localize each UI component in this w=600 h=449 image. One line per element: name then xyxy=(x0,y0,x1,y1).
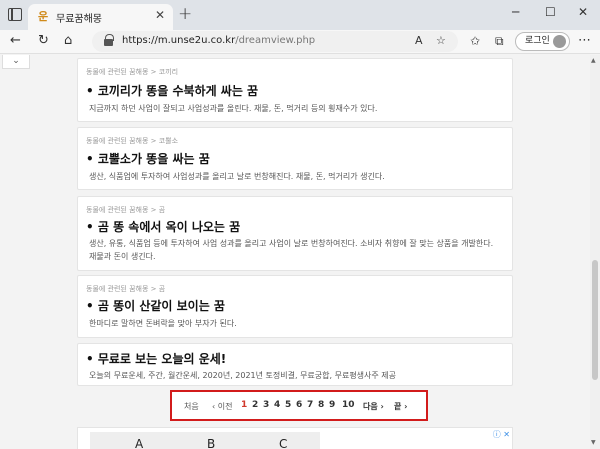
card-description: 생산, 유통, 식품업 등에 투자하여 사업 성과를 올리고 사업이 날로 번창… xyxy=(89,239,494,261)
card-description: 지금까지 하던 사업이 잘되고 사업성과를 올린다. 재물, 돈, 먹거리 등의… xyxy=(89,104,378,113)
ad-letter: B xyxy=(207,437,216,449)
chevron-down-icon[interactable]: ⌄ xyxy=(2,55,30,69)
login-button[interactable]: 로그인 xyxy=(515,32,570,51)
page-link-10[interactable]: 10 xyxy=(342,400,355,410)
page-link-9[interactable]: 9 xyxy=(329,400,335,410)
next-page-link[interactable]: 다음 › xyxy=(363,401,384,412)
ad-choices-icon[interactable]: ⓘ ✕ xyxy=(493,429,510,440)
ad-letter: A xyxy=(135,437,144,449)
card-title[interactable]: • 코끼리가 똥을 수북하게 싸는 꿈 xyxy=(86,82,258,99)
card-title[interactable]: • 코뿔소가 똥을 싸는 꿈 xyxy=(86,150,210,167)
profile-icon xyxy=(553,35,566,48)
dream-card[interactable]: 동물에 관련된 꿈해몽 > 코뿔소 • 코뿔소가 똥을 싸는 꿈 생산, 식품업… xyxy=(77,127,513,190)
card-breadcrumb: 동물에 관련된 꿈해몽 > 곰 xyxy=(86,206,166,214)
collections-icon[interactable]: ⧉ xyxy=(495,34,504,49)
last-page-link[interactable]: 끝 › xyxy=(394,401,407,412)
dream-card[interactable]: 동물에 관련된 꿈해몽 > 곰 • 곰 똥 속에서 옥이 나오는 꿈 생산, 유… xyxy=(77,196,513,271)
close-icon[interactable]: ✕ xyxy=(155,8,165,22)
close-window-icon[interactable]: ✕ xyxy=(578,5,588,19)
more-icon[interactable]: ⋯ xyxy=(578,33,591,48)
ad-banner[interactable]: A B C ⓘ ✕ xyxy=(77,427,513,449)
page-link-8[interactable]: 8 xyxy=(318,400,324,410)
plus-icon[interactable]: + xyxy=(178,4,192,24)
refresh-icon[interactable]: ↻ xyxy=(38,33,49,48)
scroll-down-icon[interactable]: ▼ xyxy=(591,439,596,446)
promo-title[interactable]: • 무료로 보는 오늘의 운세! xyxy=(86,350,226,367)
page-link-1[interactable]: 1 xyxy=(241,400,247,410)
card-title[interactable]: • 곰 똥이 산같이 보이는 꿈 xyxy=(86,297,225,314)
maximize-icon[interactable]: ☐ xyxy=(545,5,556,19)
card-breadcrumb: 동물에 관련된 꿈해몽 > 코뿔소 xyxy=(86,137,179,145)
address-bar[interactable]: https://m.unse2u.co.kr/dreamview.php A ☆ xyxy=(92,31,458,52)
card-description: 한마디로 말하면 돈벼락을 맞아 부자가 된다. xyxy=(89,319,237,328)
page-content: ⌄ 동물에 관련된 꿈해몽 > 코끼리 • 코끼리가 똥을 수북하게 싸는 꿈 … xyxy=(0,55,590,449)
page-scrollbar[interactable]: ▲ ▼ xyxy=(590,55,600,449)
pagination: 처음 ‹ 이전 1 2 3 4 5 6 7 8 9 10 다음 › 끝 › xyxy=(170,390,428,421)
browser-tab[interactable]: 운 무료꿈해몽 ✕ xyxy=(28,4,173,30)
dream-card[interactable]: 동물에 관련된 꿈해몽 > 곰 • 곰 똥이 산같이 보이는 꿈 한마디로 말하… xyxy=(77,275,513,338)
page-link-5[interactable]: 5 xyxy=(285,400,291,410)
page-link-7[interactable]: 7 xyxy=(307,400,313,410)
read-aloud-icon[interactable]: A xyxy=(415,34,423,47)
back-icon[interactable]: ← xyxy=(10,33,21,48)
tab-title: 무료꿈해몽 xyxy=(56,14,102,25)
browser-toolbar: ← ↻ ⌂ https://m.unse2u.co.kr/dreamview.p… xyxy=(0,30,600,54)
first-page-link[interactable]: 처음 xyxy=(184,401,199,412)
card-breadcrumb: 동물에 관련된 꿈해몽 > 코끼리 xyxy=(86,68,179,76)
ad-content[interactable]: A B C xyxy=(90,432,320,449)
favorite-icon[interactable]: ☆ xyxy=(436,34,446,47)
dream-card[interactable]: 동물에 관련된 꿈해몽 > 코끼리 • 코끼리가 똥을 수북하게 싸는 꿈 지금… xyxy=(77,58,513,122)
card-title[interactable]: • 곰 똥 속에서 옥이 나오는 꿈 xyxy=(86,218,240,235)
scroll-thumb[interactable] xyxy=(592,260,598,380)
favorites-icon[interactable]: ✩ xyxy=(470,34,480,48)
url-text: https://m.unse2u.co.kr/dreamview.php xyxy=(122,35,316,46)
page-link-3[interactable]: 3 xyxy=(263,400,269,410)
card-breadcrumb: 동물에 관련된 꿈해몽 > 곰 xyxy=(86,285,166,293)
login-label: 로그인 xyxy=(525,36,550,46)
title-bar: 운 무료꿈해몽 ✕ + ─ ☐ ✕ xyxy=(0,0,600,30)
favicon-icon: 운 xyxy=(37,10,49,23)
scroll-up-icon[interactable]: ▲ xyxy=(591,57,596,64)
home-icon[interactable]: ⌂ xyxy=(64,33,72,48)
promo-description: 오늘의 무료운세, 주간, 월간운세, 2020년, 2021년 토정비결, 무… xyxy=(89,371,397,380)
lock-icon[interactable] xyxy=(104,34,114,46)
tab-actions-icon[interactable] xyxy=(8,8,22,21)
page-link-6[interactable]: 6 xyxy=(296,400,302,410)
card-description: 생산, 식품업에 투자하여 사업성과를 올리고 날로 번창해진다. 재물, 돈,… xyxy=(89,172,385,181)
minimize-icon[interactable]: ─ xyxy=(512,5,519,19)
prev-page-link[interactable]: ‹ 이전 xyxy=(212,401,232,412)
page-link-4[interactable]: 4 xyxy=(274,400,280,410)
fortune-promo-card[interactable]: • 무료로 보는 오늘의 운세! 오늘의 무료운세, 주간, 월간운세, 202… xyxy=(77,343,513,386)
page-link-2[interactable]: 2 xyxy=(252,400,258,410)
ad-letter: C xyxy=(279,437,288,449)
